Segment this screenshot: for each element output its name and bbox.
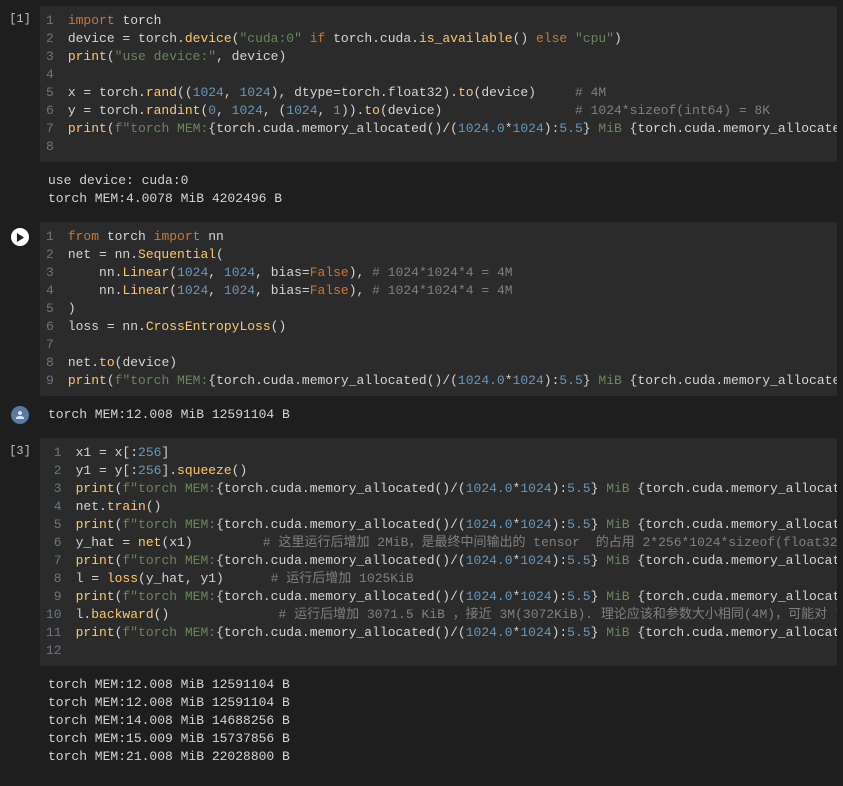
cell-2-code[interactable]: 123456789 from torch import nn net = nn.… bbox=[40, 222, 837, 396]
cell-2-output-gutter bbox=[0, 400, 40, 434]
code-body[interactable]: import torch device = torch.device("cuda… bbox=[64, 6, 837, 162]
line-numbers: 123456789 bbox=[40, 222, 64, 396]
cell-1-gutter: [1] bbox=[0, 6, 40, 162]
cell-1-code[interactable]: 12345678 import torch device = torch.dev… bbox=[40, 6, 837, 162]
cell-2-output-row: torch MEM:12.008 MiB 12591104 B bbox=[0, 400, 843, 434]
cell-2: 123456789 from torch import nn net = nn.… bbox=[0, 222, 843, 396]
cell-3-output: torch MEM:12.008 MiB 12591104 B torch ME… bbox=[40, 670, 837, 776]
code-body[interactable]: x1 = x[:256] y1 = y[:256].squeeze() prin… bbox=[72, 438, 837, 666]
cell-3-output-row: torch MEM:12.008 MiB 12591104 B torch ME… bbox=[0, 670, 843, 776]
cell-1-output: use device: cuda:0 torch MEM:4.0078 MiB … bbox=[40, 166, 837, 218]
exec-label: [1] bbox=[9, 12, 31, 26]
line-numbers: 123456789101112 bbox=[40, 438, 72, 666]
cell-2-gutter bbox=[0, 222, 40, 396]
cell-3-gutter: [3] bbox=[0, 438, 40, 666]
run-button[interactable] bbox=[11, 228, 29, 246]
line-numbers: 12345678 bbox=[40, 6, 64, 162]
cell-2-output: torch MEM:12.008 MiB 12591104 B bbox=[40, 400, 837, 434]
code-body[interactable]: from torch import nn net = nn.Sequential… bbox=[64, 222, 837, 396]
exec-label: [3] bbox=[9, 444, 31, 458]
cell-3-code[interactable]: 123456789101112 x1 = x[:256] y1 = y[:256… bbox=[40, 438, 837, 666]
cell-1-output-row: use device: cuda:0 torch MEM:4.0078 MiB … bbox=[0, 166, 843, 218]
cell-3: [3] 123456789101112 x1 = x[:256] y1 = y[… bbox=[0, 438, 843, 666]
avatar-icon bbox=[11, 406, 29, 424]
cell-1: [1] 12345678 import torch device = torch… bbox=[0, 6, 843, 162]
play-icon bbox=[16, 233, 25, 242]
